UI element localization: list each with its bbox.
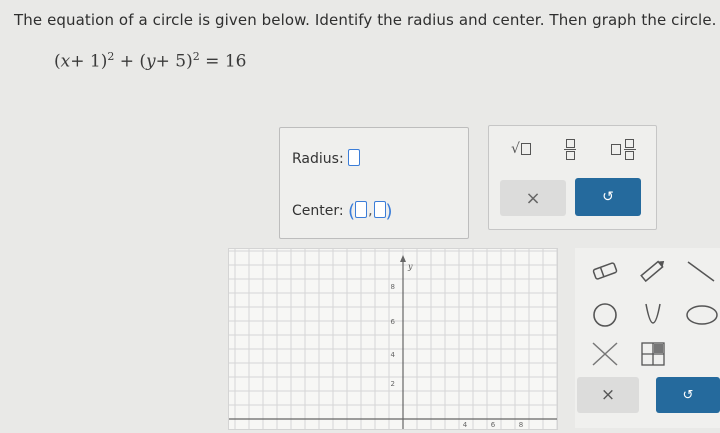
eq-rhs: 16 bbox=[224, 51, 247, 72]
y-axis-arrow-icon bbox=[400, 255, 406, 262]
pencil-icon bbox=[640, 260, 665, 283]
line-tool[interactable] bbox=[681, 256, 720, 286]
fraction-icon bbox=[564, 138, 576, 160]
circle-tool[interactable] bbox=[585, 300, 625, 330]
eraser-icon bbox=[592, 262, 618, 280]
y-axis-label: y bbox=[407, 262, 413, 271]
y-tick-8: 8 bbox=[391, 283, 395, 291]
eq-exponent-2: 2 bbox=[192, 50, 200, 63]
undo-icon: ↺ bbox=[602, 189, 614, 205]
no-solution-tool[interactable] bbox=[585, 338, 625, 370]
shade-icon bbox=[641, 342, 665, 366]
graph-panel[interactable]: y 8 6 4 2 4 6 8 bbox=[228, 248, 558, 430]
ellipse-tool[interactable] bbox=[681, 300, 720, 330]
sqrt-icon: √ bbox=[511, 141, 520, 157]
mixed-whole-icon bbox=[610, 143, 621, 155]
y-tick-4: 4 bbox=[391, 351, 396, 359]
center-close-paren: ) bbox=[385, 201, 393, 222]
radius-label: Radius: bbox=[292, 151, 344, 167]
graph-grid[interactable]: y 8 6 4 2 4 6 8 bbox=[229, 249, 558, 429]
y-tick-6: 6 bbox=[391, 318, 396, 326]
parabola-icon bbox=[645, 303, 661, 324]
shade-region-tool[interactable] bbox=[633, 338, 673, 370]
graph-undo-icon: ↺ bbox=[682, 387, 694, 403]
eraser-tool[interactable] bbox=[585, 256, 625, 286]
y-tick-2: 2 bbox=[391, 380, 395, 388]
center-x-input[interactable] bbox=[355, 201, 368, 218]
sqrt-button[interactable]: √ bbox=[503, 136, 539, 162]
eq-y-term: y bbox=[146, 51, 156, 72]
mixed-fraction-icon bbox=[623, 138, 636, 160]
center-label: Center: bbox=[292, 203, 344, 219]
center-y-input[interactable] bbox=[373, 201, 386, 218]
center-open-paren: ( bbox=[348, 201, 356, 222]
x-tick-8: 8 bbox=[519, 421, 523, 429]
eq-y-const: + 5 bbox=[155, 51, 187, 72]
graph-clear-button[interactable]: × bbox=[577, 377, 639, 413]
radius-input[interactable] bbox=[348, 149, 361, 166]
circle-equation: (x+ 1)2 + (y+ 5)2 = 16 bbox=[54, 50, 247, 72]
undo-button[interactable]: ↺ bbox=[575, 178, 641, 216]
x-tick-6: 6 bbox=[491, 421, 496, 429]
eq-x-term: x bbox=[60, 51, 71, 72]
radius-row: Radius: bbox=[292, 149, 361, 167]
x-tick-4: 4 bbox=[463, 421, 468, 429]
eq-exponent-1: 2 bbox=[107, 50, 115, 63]
circle-icon bbox=[593, 303, 617, 327]
center-row: Center: (,) bbox=[292, 201, 393, 222]
clear-icon: × bbox=[525, 187, 541, 209]
answer-box: Radius: Center: (,) bbox=[279, 127, 469, 239]
graph-undo-button[interactable]: ↺ bbox=[656, 377, 720, 413]
eq-plus: + bbox=[119, 51, 134, 72]
center-comma: , bbox=[368, 203, 373, 219]
parabola-tool[interactable] bbox=[633, 300, 673, 330]
ellipse-icon bbox=[686, 305, 718, 325]
no-solution-icon bbox=[592, 342, 618, 366]
eq-equals: = bbox=[205, 51, 220, 72]
eq-x-const: + 1 bbox=[70, 51, 101, 72]
question-text: The equation of a circle is given below.… bbox=[14, 11, 717, 29]
clear-button[interactable]: × bbox=[500, 180, 566, 216]
graph-clear-icon: × bbox=[600, 385, 616, 405]
line-icon bbox=[687, 261, 715, 282]
pencil-tool[interactable] bbox=[633, 256, 673, 286]
mixed-number-button[interactable] bbox=[603, 135, 643, 163]
sqrt-box-icon bbox=[520, 143, 531, 155]
fraction-button[interactable] bbox=[555, 135, 585, 163]
